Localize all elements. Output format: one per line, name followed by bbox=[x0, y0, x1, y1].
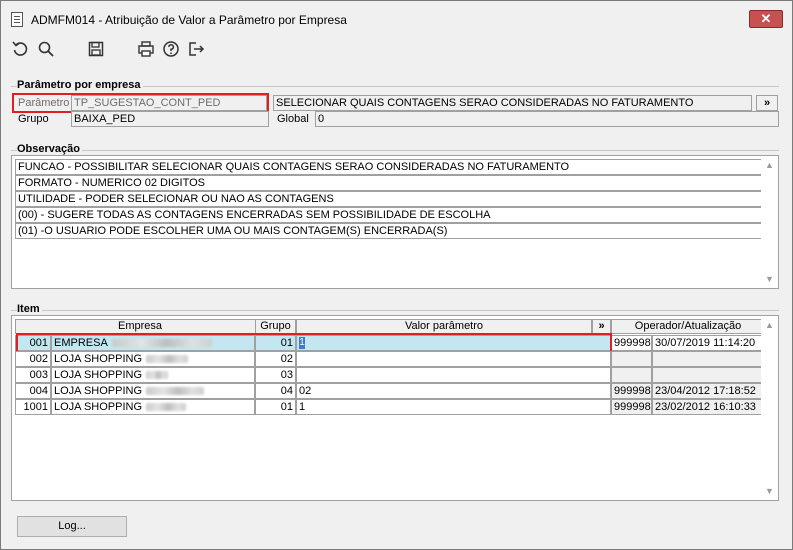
row-valor-input[interactable]: 02 bbox=[296, 383, 611, 399]
global-label: Global bbox=[277, 113, 309, 125]
close-button[interactable]: ✕ bbox=[749, 10, 783, 28]
scroll-up-icon[interactable]: ▲ bbox=[761, 158, 778, 172]
help-icon[interactable] bbox=[161, 39, 181, 59]
row-data bbox=[652, 367, 765, 383]
row-valor-input[interactable] bbox=[296, 367, 611, 383]
observacao-line: (00) - SUGERE TODAS AS CONTAGENS ENCERRA… bbox=[15, 207, 763, 223]
observacao-section-title: Observação bbox=[17, 143, 82, 155]
observacao-line: FUNCAO - POSSIBILITAR SELECIONAR QUAIS C… bbox=[15, 159, 763, 175]
grupo-label: Grupo bbox=[18, 113, 49, 125]
row-grupo[interactable]: 03 bbox=[255, 367, 296, 383]
row-empresa-text: LOJA SHOPPING bbox=[54, 353, 143, 365]
item-groupbox bbox=[11, 310, 779, 311]
search-icon[interactable] bbox=[36, 39, 56, 59]
row-operador: 999998 bbox=[611, 335, 652, 351]
row-data: 30/07/2019 11:14:20 bbox=[652, 335, 765, 351]
window-title: ADMFM014 - Atribuição de Valor a Parâmet… bbox=[31, 13, 347, 27]
redacted-text bbox=[146, 355, 189, 364]
row-operador bbox=[611, 351, 652, 367]
parametro-expand-button[interactable]: » bbox=[756, 95, 778, 111]
row-empresa[interactable]: LOJA SHOPPING bbox=[51, 351, 255, 367]
redacted-text bbox=[146, 387, 205, 396]
log-button[interactable]: Log... bbox=[17, 516, 127, 537]
row-empresa[interactable]: LOJA SHOPPING bbox=[51, 399, 255, 415]
scroll-down-icon[interactable]: ▼ bbox=[761, 272, 778, 286]
item-grid[interactable]: Empresa Grupo Valor parâmetro » Operador… bbox=[11, 315, 779, 501]
document-icon bbox=[11, 12, 23, 27]
row-valor-input[interactable] bbox=[296, 351, 611, 367]
redacted-text bbox=[146, 371, 169, 380]
observacao-line: FORMATO - NUMERICO 02 DIGITOS bbox=[15, 175, 763, 191]
toolbar bbox=[1, 37, 792, 63]
row-empresa[interactable]: LOJA SHOPPING bbox=[51, 367, 255, 383]
save-icon[interactable] bbox=[86, 39, 106, 59]
parametro-section-title: Parâmetro por empresa bbox=[17, 79, 143, 91]
observacao-panel[interactable]: FUNCAO - POSSIBILITAR SELECIONAR QUAIS C… bbox=[11, 155, 779, 289]
row-codigo[interactable]: 1001 bbox=[15, 399, 51, 415]
header-valor[interactable]: Valor parâmetro bbox=[296, 319, 592, 334]
row-grupo[interactable]: 01 bbox=[255, 399, 296, 415]
parametro-highlight bbox=[12, 93, 269, 113]
header-expand-button[interactable]: » bbox=[592, 319, 611, 334]
row-data bbox=[652, 351, 765, 367]
observacao-groupbox bbox=[11, 150, 779, 151]
row-operador: 999998 bbox=[611, 399, 652, 415]
row-highlight bbox=[16, 333, 612, 353]
observacao-line: UTILIDADE - PODER SELECIONAR OU NAO AS C… bbox=[15, 191, 763, 207]
observacao-line: (01) -O USUARIO PODE ESCOLHER UMA OU MAI… bbox=[15, 223, 763, 239]
row-operador: 999998 bbox=[611, 383, 652, 399]
scroll-up-icon[interactable]: ▲ bbox=[761, 318, 778, 332]
header-operador[interactable]: Operador/Atualização bbox=[611, 319, 765, 334]
undo-icon[interactable] bbox=[10, 39, 30, 59]
row-valor-input[interactable]: 1 bbox=[296, 399, 611, 415]
row-codigo[interactable]: 004 bbox=[15, 383, 51, 399]
row-codigo[interactable]: 002 bbox=[15, 351, 51, 367]
scroll-down-icon[interactable]: ▼ bbox=[761, 484, 778, 498]
print-icon[interactable] bbox=[136, 39, 156, 59]
observacao-scrollbar[interactable]: ▲ ▼ bbox=[761, 156, 778, 288]
row-empresa-text: LOJA SHOPPING bbox=[54, 401, 143, 413]
parametro-descricao: SELECIONAR QUAIS CONTAGENS SERAO CONSIDE… bbox=[273, 95, 752, 111]
row-grupo[interactable]: 04 bbox=[255, 383, 296, 399]
row-empresa-text: LOJA SHOPPING bbox=[54, 369, 143, 381]
row-codigo[interactable]: 003 bbox=[15, 367, 51, 383]
grupo-field[interactable]: BAIXA_PED bbox=[71, 111, 269, 127]
row-data: 23/02/2012 16:10:33 bbox=[652, 399, 765, 415]
row-operador bbox=[611, 367, 652, 383]
header-empresa[interactable]: Empresa bbox=[15, 319, 265, 334]
row-data: 23/04/2012 17:18:52 bbox=[652, 383, 765, 399]
row-grupo[interactable]: 02 bbox=[255, 351, 296, 367]
item-section-title: Item bbox=[17, 303, 42, 315]
header-grupo[interactable]: Grupo bbox=[255, 319, 296, 334]
global-field[interactable]: 0 bbox=[315, 111, 779, 127]
title-bar: ADMFM014 - Atribuição de Valor a Parâmet… bbox=[1, 1, 792, 37]
exit-icon[interactable] bbox=[186, 39, 206, 59]
item-scrollbar[interactable]: ▲ ▼ bbox=[761, 316, 778, 500]
redacted-text bbox=[146, 403, 187, 412]
row-empresa[interactable]: LOJA SHOPPING bbox=[51, 383, 255, 399]
main-window: ADMFM014 - Atribuição de Valor a Parâmet… bbox=[0, 0, 793, 550]
row-empresa-text: LOJA SHOPPING bbox=[54, 385, 143, 397]
